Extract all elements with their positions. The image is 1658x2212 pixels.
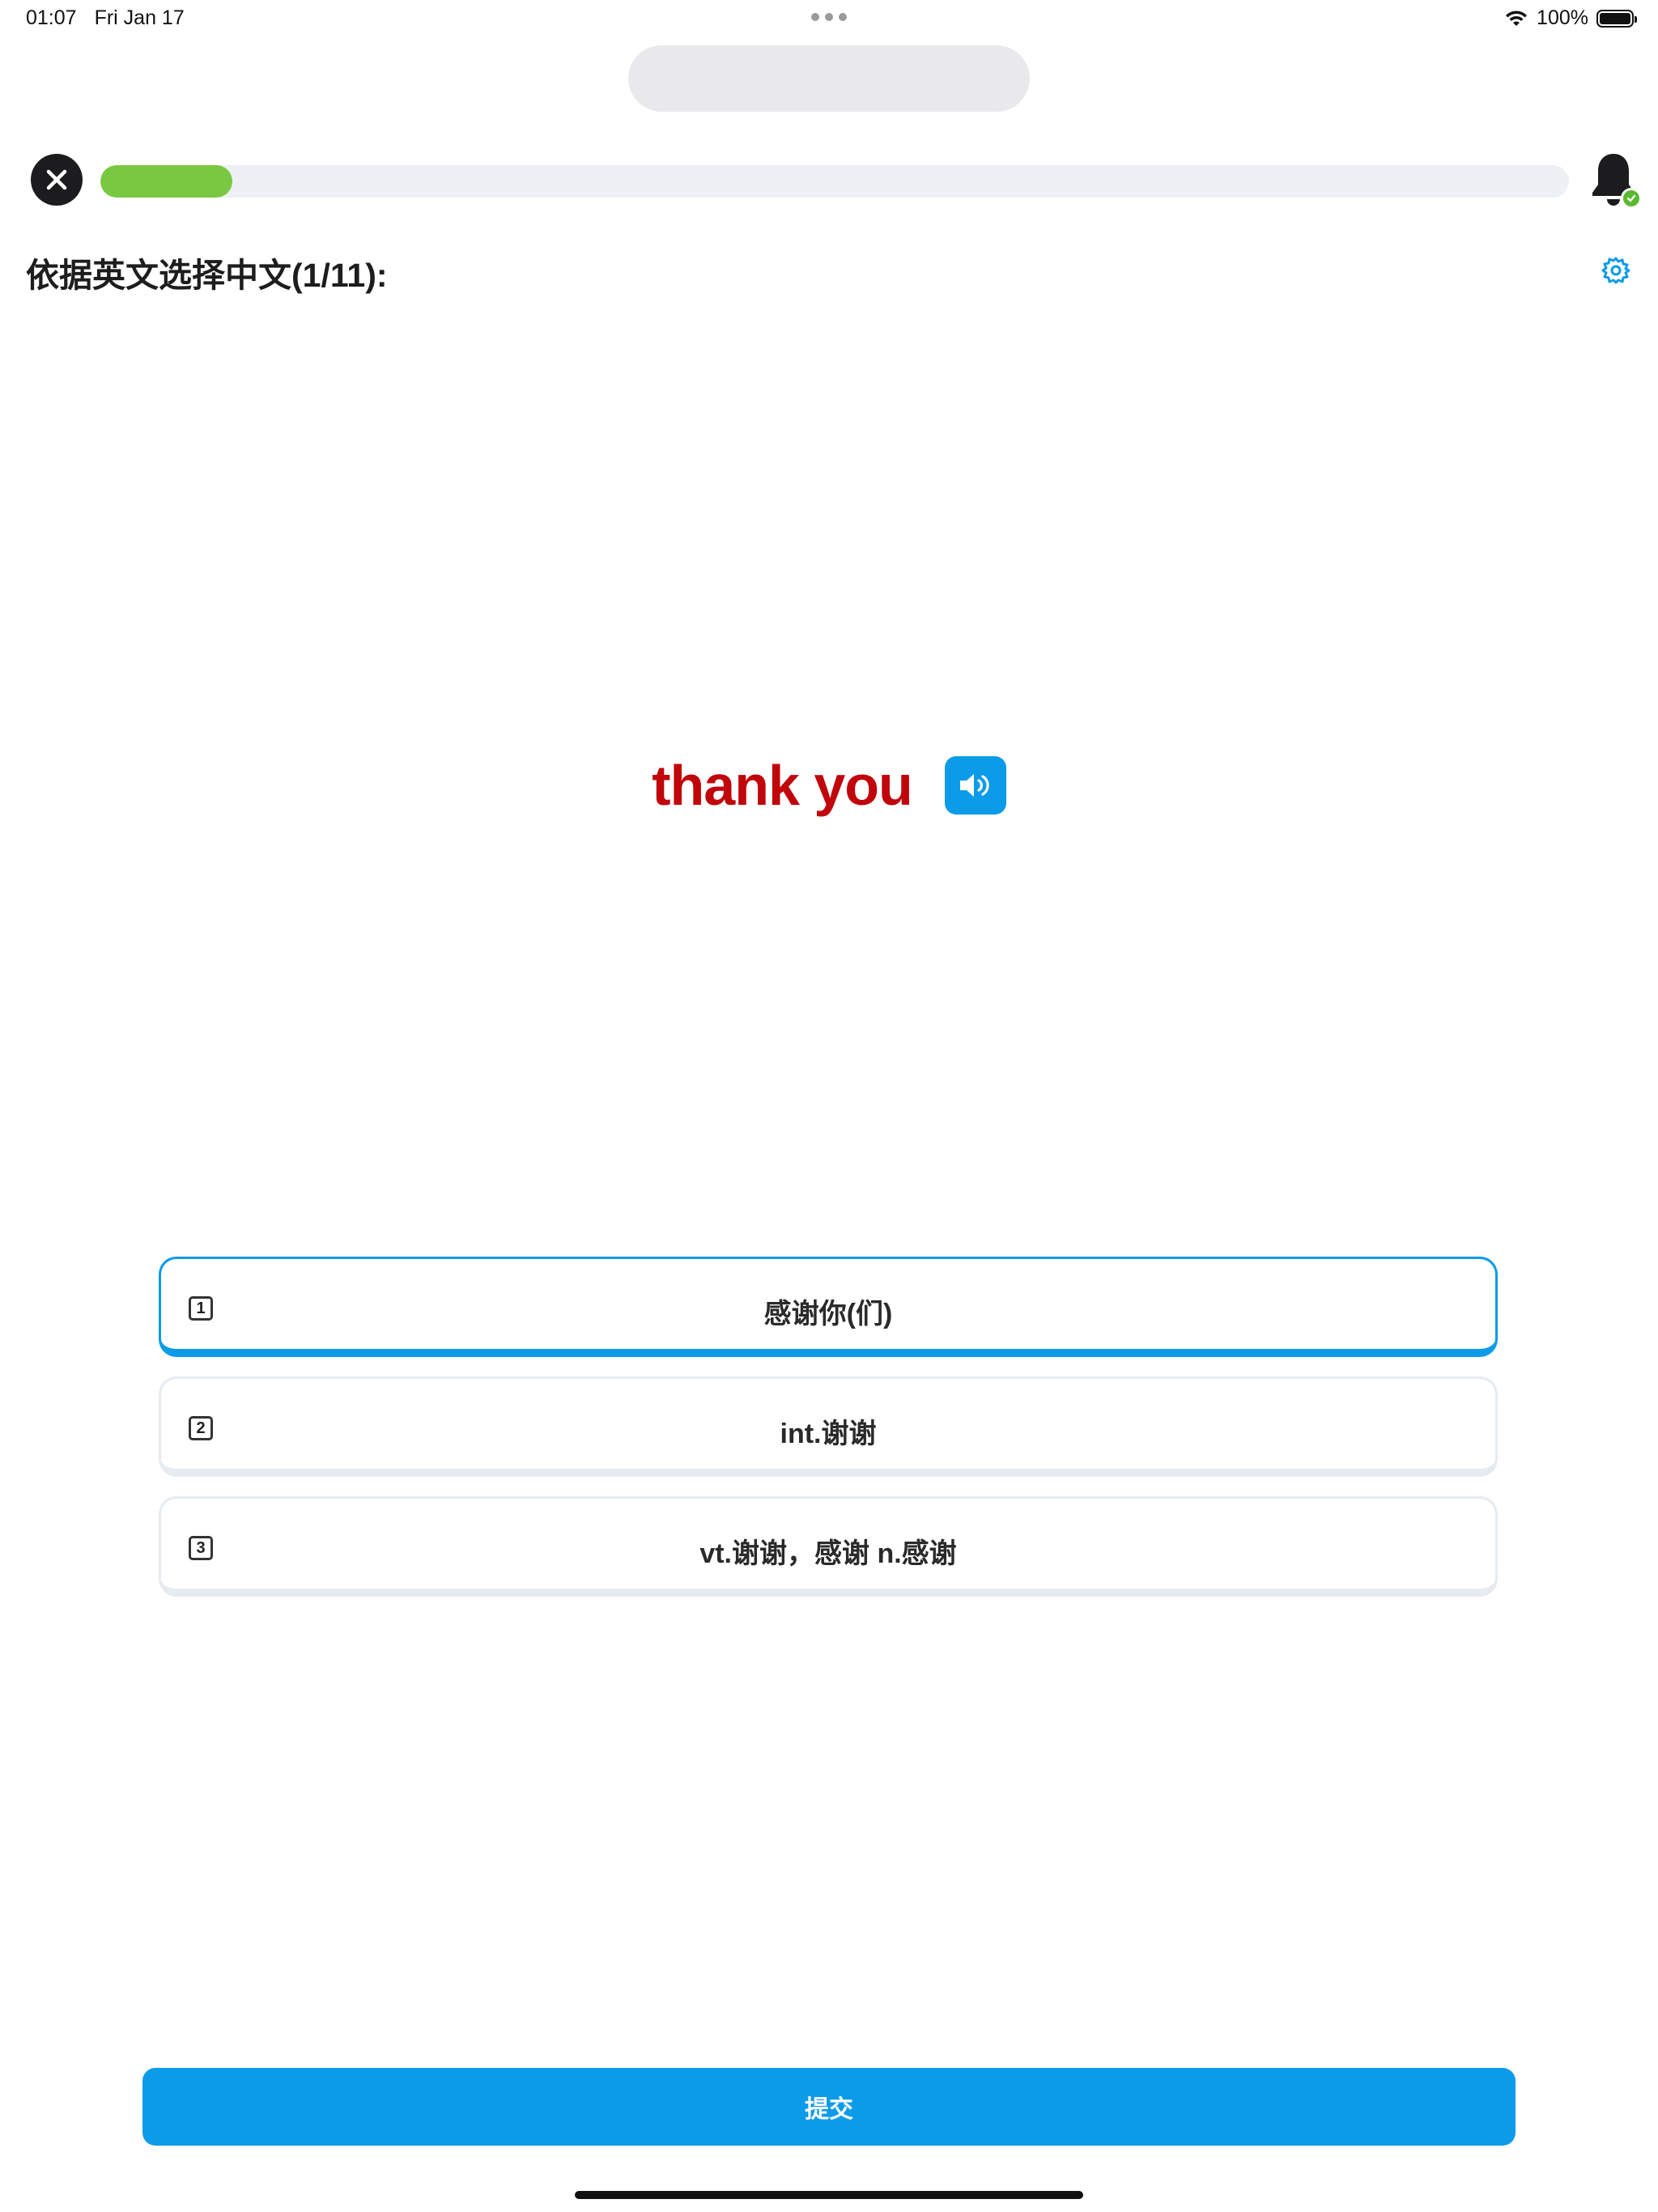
play-audio-button[interactable] [944,756,1006,815]
notification-button[interactable] [1588,151,1642,212]
status-time: 01:07 [26,6,77,29]
progress-bar [100,165,1569,198]
option-3[interactable]: 3 vt.谢谢，感谢 n.感谢 [159,1496,1498,1597]
submit-button[interactable]: 提交 [142,2068,1516,2146]
status-date: Fri Jan 17 [94,6,185,29]
battery-percent: 100% [1537,6,1588,29]
option-label: vt.谢谢，感谢 n.感谢 [699,1538,957,1569]
gear-icon [1601,257,1630,284]
wifi-icon [1506,10,1528,26]
option-2[interactable]: 2 int.谢谢 [159,1376,1498,1477]
option-1[interactable]: 1 感谢你(们) [159,1257,1498,1357]
check-badge-icon [1621,188,1642,209]
page-title: 依据英文选择中文(1/11): [26,257,388,294]
battery-level [1600,12,1630,24]
close-icon [46,169,67,190]
status-bar-left: 01:07 Fri Jan 17 [26,6,185,30]
close-button[interactable] [31,154,83,206]
quiz-page: 01:07 Fri Jan 17 100% 依据英文选择中文(1/11): th… [0,0,1658,2212]
status-bar-right: 100% [1504,6,1637,30]
battery-icon [1596,9,1637,28]
multitasking-dots[interactable] [811,13,847,21]
home-indicator[interactable] [575,2191,1083,2199]
speaker-icon [959,774,989,797]
option-label: 感谢你(们) [763,1299,893,1329]
settings-button[interactable] [1601,256,1630,285]
option-label: int.谢谢 [780,1419,877,1449]
question-word-row: thank you [0,753,1658,818]
progress-fill [100,165,233,198]
question-word: thank you [652,754,913,817]
top-pill-placeholder [628,45,1030,112]
